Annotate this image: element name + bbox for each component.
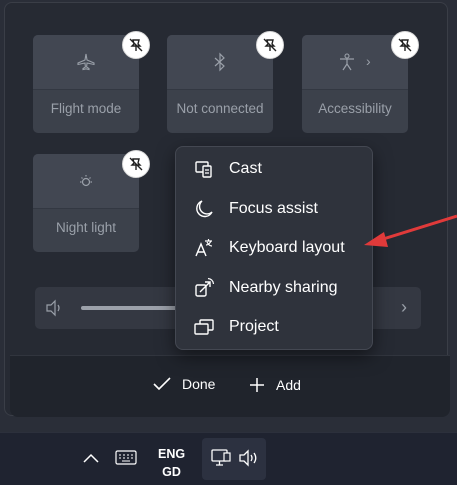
project-icon	[194, 319, 214, 335]
network-icon	[211, 449, 231, 466]
menu-item-keyboard-layout[interactable]: Keyboard layout	[176, 230, 372, 266]
unpin-bluetooth-button[interactable]	[256, 31, 284, 59]
unpin-icon	[398, 38, 412, 52]
unpin-icon	[263, 38, 277, 52]
add-label: Add	[276, 377, 301, 393]
menu-item-nearby-sharing[interactable]: Nearby sharing	[176, 270, 372, 306]
night-light-icon	[80, 175, 92, 187]
menu-item-focus-assist[interactable]: Focus assist	[176, 191, 372, 227]
menu-item-label: Focus assist	[229, 200, 318, 217]
menu-item-cast[interactable]: Cast	[176, 151, 372, 187]
plus-icon	[250, 378, 264, 392]
add-button[interactable]: Add	[248, 376, 301, 394]
unpin-icon	[129, 38, 143, 52]
bluetooth-icon	[214, 52, 225, 72]
touch-keyboard-icon[interactable]	[114, 449, 138, 467]
accessibility-icon	[339, 53, 354, 71]
done-label: Done	[182, 376, 216, 392]
cast-icon	[195, 161, 212, 178]
nearby-sharing-icon	[195, 277, 215, 297]
menu-item-label: Cast	[229, 160, 262, 177]
menu-item-project[interactable]: Project	[176, 309, 372, 345]
menu-item-label: Keyboard layout	[229, 239, 345, 256]
menu-item-label: Project	[229, 318, 279, 335]
lang-line1: ENG	[158, 447, 186, 461]
edit-footer: Done Add	[10, 356, 450, 417]
keyboard-layout-icon	[195, 239, 213, 257]
unpin-night-light-button[interactable]	[122, 150, 150, 178]
volume-icon[interactable]	[45, 299, 65, 317]
airplane-icon	[77, 53, 95, 71]
volume-slider[interactable]	[81, 306, 181, 310]
quick-settings-tray-button[interactable]	[202, 438, 266, 480]
volume-icon	[239, 449, 257, 467]
done-button[interactable]: Done	[152, 376, 215, 392]
tile-label: Night light	[55, 220, 117, 235]
add-quick-setting-menu: Cast Focus assist Keyboard layout Nearby…	[175, 146, 373, 350]
menu-item-label: Nearby sharing	[229, 279, 338, 296]
lang-line2: GD	[162, 465, 181, 479]
unpin-flight-mode-button[interactable]	[122, 31, 150, 59]
tile-label: Flight mode	[50, 101, 122, 116]
audio-output-chevron-icon[interactable]: ›	[401, 297, 407, 318]
input-language-indicator[interactable]: ENG GD	[158, 445, 185, 481]
taskbar: ENG GD	[0, 432, 457, 485]
tile-label: Not connected	[176, 101, 264, 116]
moon-icon	[196, 200, 213, 218]
unpin-icon	[129, 157, 143, 171]
chevron-up-icon[interactable]	[82, 451, 100, 465]
unpin-accessibility-button[interactable]	[391, 31, 419, 59]
checkmark-icon	[153, 377, 171, 391]
tile-label: Accessibility	[318, 101, 392, 116]
chevron-right-icon[interactable]: ›	[366, 53, 371, 69]
